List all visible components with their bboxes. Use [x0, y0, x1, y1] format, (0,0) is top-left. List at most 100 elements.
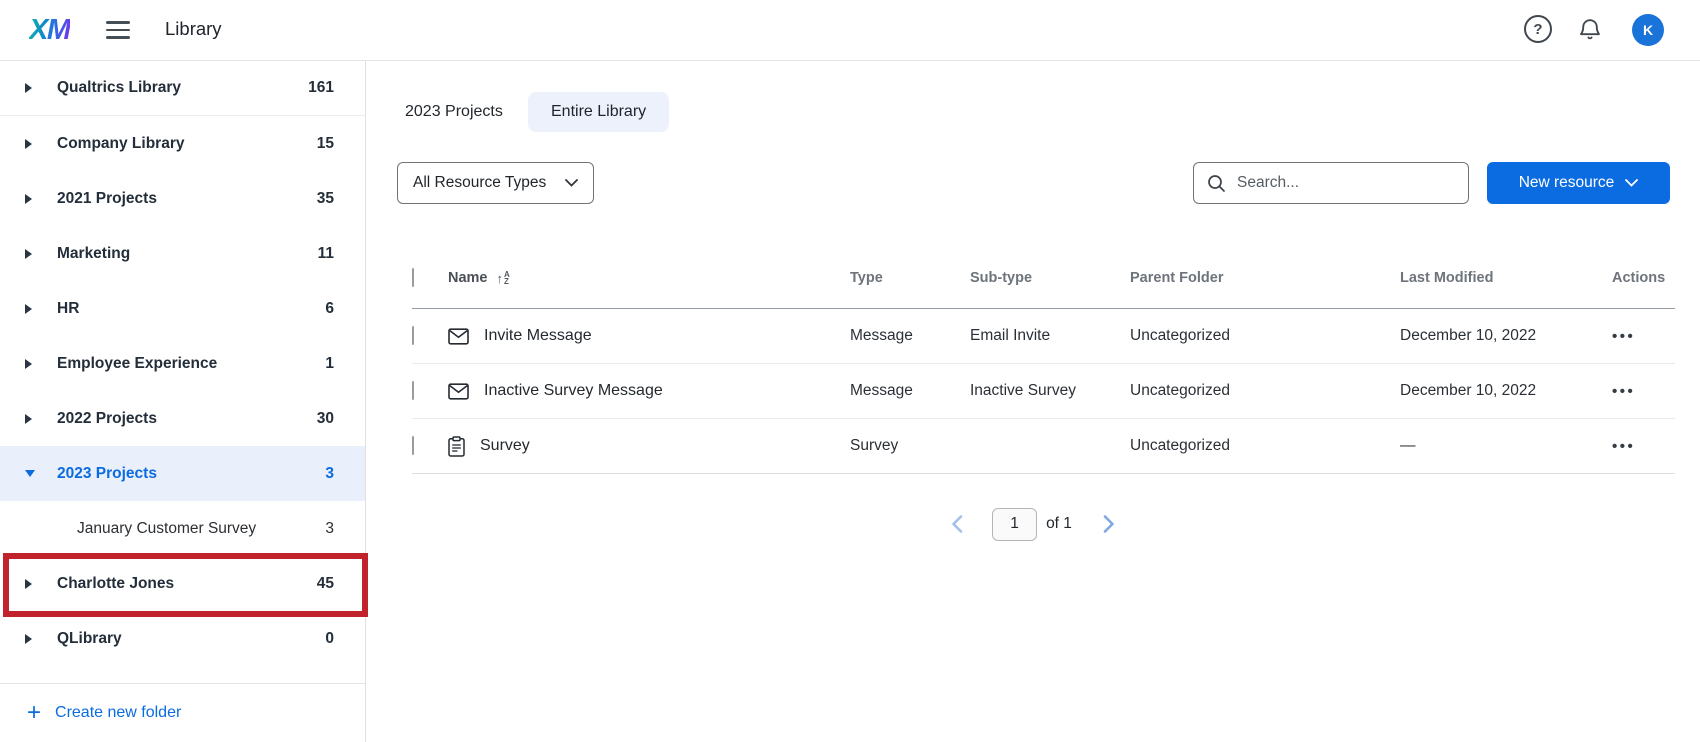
column-header-type: Type	[850, 270, 970, 286]
sidebar-item-label: 2023 Projects	[57, 465, 157, 483]
search-input[interactable]	[1237, 174, 1455, 192]
sidebar-item-label: Qualtrics Library	[57, 79, 181, 97]
sidebar-item-label: Company Library	[57, 135, 184, 153]
sidebar-item-label: 2022 Projects	[57, 410, 157, 428]
column-header-parent-folder: Parent Folder	[1130, 270, 1400, 286]
tab-entire-library-active[interactable]: Entire Library	[528, 92, 669, 132]
new-resource-button[interactable]: New resource	[1487, 162, 1670, 204]
sidebar-item-count: 30	[317, 410, 365, 428]
resource-type-filter-dropdown[interactable]: All Resource Types	[397, 162, 594, 204]
resources-table: Name ↑ AZ Type Sub-type Parent Folder La…	[412, 248, 1675, 474]
sidebar-item-marketing[interactable]: Marketing 11	[0, 226, 365, 281]
sidebar-item-count: 45	[317, 575, 365, 593]
expand-arrow-icon[interactable]	[25, 248, 35, 260]
sidebar-item-label: Employee Experience	[57, 355, 217, 373]
chevron-down-icon	[1625, 179, 1638, 187]
sidebar-item-count: 35	[317, 190, 365, 208]
sidebar-item-employee-experience[interactable]: Employee Experience 1	[0, 336, 365, 391]
table-header-row: Name ↑ AZ Type Sub-type Parent Folder La…	[412, 248, 1675, 309]
row-actions-menu-icon[interactable]: •••	[1600, 438, 1675, 455]
help-icon[interactable]: ?	[1524, 15, 1552, 43]
pagination: 1 of 1	[366, 507, 1700, 541]
column-header-subtype: Sub-type	[970, 270, 1130, 286]
next-page-icon[interactable]	[1096, 511, 1122, 537]
sort-az-icon[interactable]: ↑ AZ	[497, 271, 510, 286]
user-avatar[interactable]: K	[1632, 14, 1664, 46]
notifications-bell-icon[interactable]	[1576, 15, 1604, 43]
table-row[interactable]: Invite Message Message Email Invite Unca…	[412, 309, 1675, 364]
main-content: 2023 Projects Entire Library All Resourc…	[366, 61, 1700, 742]
resource-parent-folder: Uncategorized	[1130, 382, 1400, 400]
sidebar-item-count: 3	[325, 520, 365, 538]
table-row[interactable]: Inactive Survey Message Message Inactive…	[412, 364, 1675, 419]
table-row[interactable]: Survey Survey Uncategorized — •••	[412, 419, 1675, 474]
create-new-folder-button[interactable]: + Create new folder	[0, 683, 365, 742]
column-header-name: Name	[448, 270, 488, 286]
clipboard-survey-icon	[448, 436, 465, 457]
sidebar-item-label: Charlotte Jones	[57, 575, 174, 593]
create-new-folder-label: Create new folder	[55, 704, 181, 722]
envelope-icon	[448, 328, 469, 345]
hamburger-menu-icon[interactable]	[106, 19, 132, 41]
sidebar-item-count: 11	[318, 245, 365, 263]
row-checkbox[interactable]	[412, 436, 414, 455]
row-actions-menu-icon[interactable]: •••	[1600, 328, 1675, 345]
sidebar-item-hr[interactable]: HR 6	[0, 281, 365, 336]
expand-arrow-icon[interactable]	[25, 633, 35, 645]
page-count-label: of 1	[1046, 515, 1072, 533]
tab-2023-projects[interactable]: 2023 Projects	[405, 92, 503, 132]
sidebar-item-company-library[interactable]: Company Library 15	[0, 116, 365, 171]
resource-name: Survey	[480, 437, 530, 455]
sidebar-item-label: QLibrary	[57, 630, 122, 648]
sidebar-item-label: 2021 Projects	[57, 190, 157, 208]
row-checkbox[interactable]	[412, 326, 414, 345]
sidebar-item-2021-projects[interactable]: 2021 Projects 35	[0, 171, 365, 226]
resource-parent-folder: Uncategorized	[1130, 327, 1400, 345]
sidebar-item-count: 6	[325, 300, 365, 318]
folder-sidebar: Qualtrics Library 161 Company Library 15…	[0, 61, 366, 742]
resource-last-modified: December 10, 2022	[1400, 327, 1600, 345]
library-page: XM Library ? K Qualtrics Library 161 Com…	[0, 0, 1700, 742]
sidebar-item-label: HR	[57, 300, 79, 318]
chevron-down-icon	[565, 179, 578, 187]
resource-type: Message	[850, 382, 970, 400]
sidebar-item-qualtrics-library[interactable]: Qualtrics Library 161	[0, 61, 365, 116]
resource-name: Inactive Survey Message	[484, 382, 663, 400]
resource-last-modified: —	[1400, 437, 1600, 455]
resource-subtype: Inactive Survey	[970, 382, 1130, 400]
resource-type: Message	[850, 327, 970, 345]
column-header-last-modified: Last Modified	[1400, 270, 1600, 286]
top-bar: XM Library ? K	[0, 0, 1700, 61]
plus-icon: +	[27, 703, 41, 723]
sidebar-item-january-customer-survey[interactable]: January Customer Survey 3	[0, 501, 365, 556]
expand-arrow-icon[interactable]	[25, 578, 35, 590]
previous-page-icon[interactable]	[944, 511, 970, 537]
row-actions-menu-icon[interactable]: •••	[1600, 383, 1675, 400]
collapse-arrow-icon[interactable]	[25, 468, 35, 480]
sidebar-item-count: 0	[325, 630, 365, 648]
resource-type-filter-label: All Resource Types	[413, 174, 546, 192]
expand-arrow-icon[interactable]	[25, 138, 35, 150]
expand-arrow-icon[interactable]	[25, 82, 35, 94]
select-all-checkbox[interactable]	[412, 268, 414, 287]
expand-arrow-icon[interactable]	[25, 193, 35, 205]
expand-arrow-icon[interactable]	[25, 358, 35, 370]
envelope-icon	[448, 383, 469, 400]
row-checkbox[interactable]	[412, 381, 414, 400]
sidebar-item-count: 161	[308, 79, 365, 97]
sidebar-item-count: 3	[325, 465, 365, 483]
column-header-actions: Actions	[1600, 270, 1675, 286]
page-number-input[interactable]: 1	[992, 508, 1037, 541]
sidebar-item-label: January Customer Survey	[77, 520, 256, 538]
xm-logo: XM	[29, 14, 70, 47]
sidebar-item-2022-projects[interactable]: 2022 Projects 30	[0, 391, 365, 446]
sidebar-item-2023-projects-selected[interactable]: 2023 Projects 3	[0, 446, 365, 501]
expand-arrow-icon[interactable]	[25, 413, 35, 425]
search-icon	[1207, 174, 1226, 193]
resource-subtype: Email Invite	[970, 327, 1130, 345]
sidebar-item-qlibrary[interactable]: QLibrary 0	[0, 611, 365, 666]
search-box	[1193, 162, 1469, 204]
sidebar-item-charlotte-jones[interactable]: Charlotte Jones 45	[0, 556, 365, 611]
expand-arrow-icon[interactable]	[25, 303, 35, 315]
resource-last-modified: December 10, 2022	[1400, 382, 1600, 400]
